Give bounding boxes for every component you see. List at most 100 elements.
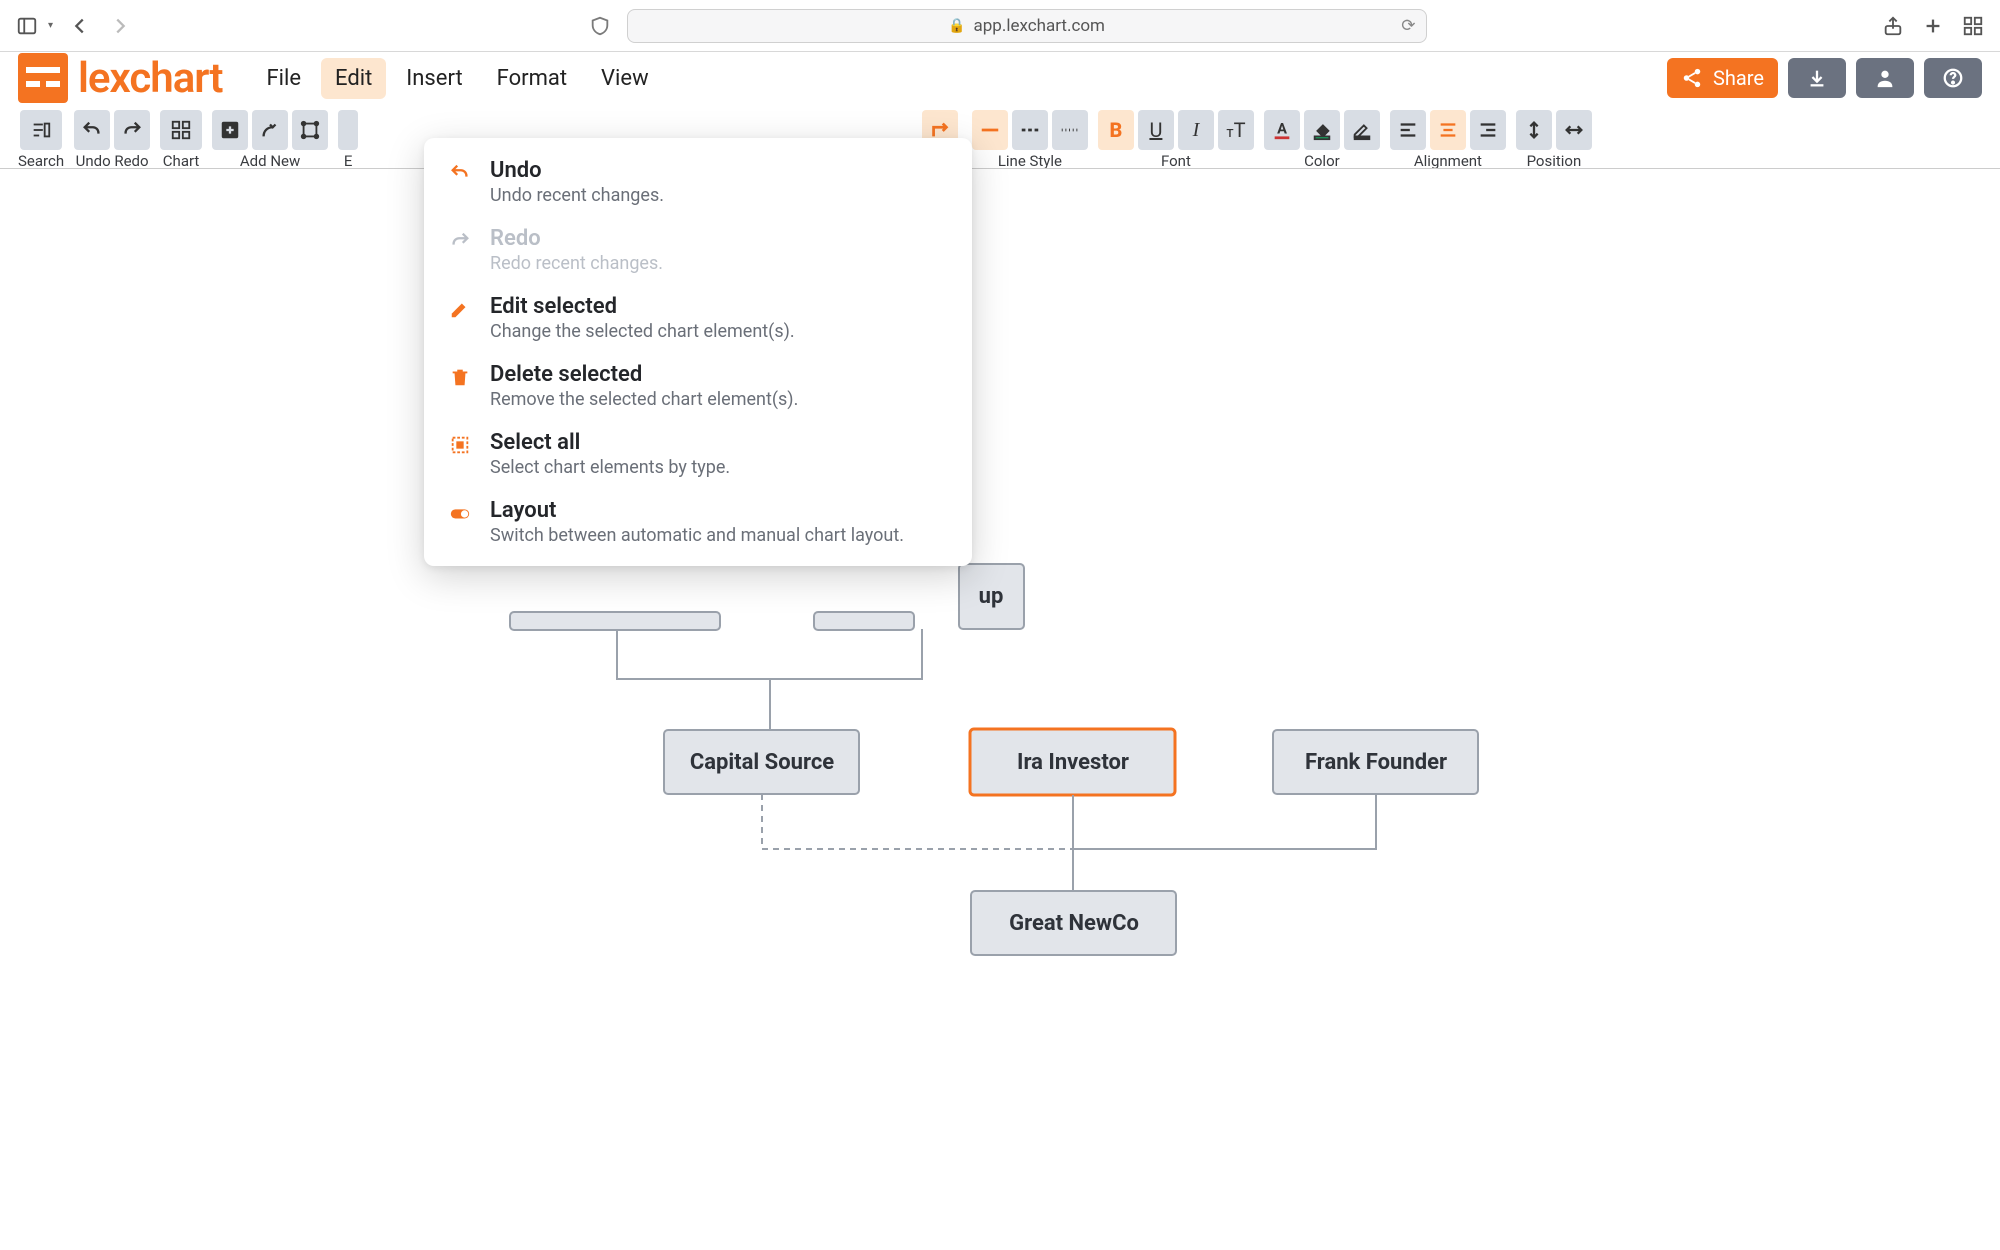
dropdown-undo[interactable]: Undo Undo recent changes. <box>424 148 972 216</box>
dropdown-select-all[interactable]: Select all Select chart elements by type… <box>424 420 972 488</box>
logo-mark-icon <box>18 53 68 103</box>
url-bar[interactable]: 🔒 app.lexchart.com ⟳ <box>627 9 1427 43</box>
url-text: app.lexchart.com <box>974 16 1105 36</box>
back-button[interactable] <box>67 13 93 39</box>
dropdown-edit-selected[interactable]: Edit selected Change the selected chart … <box>424 284 972 352</box>
chart-canvas[interactable]: Lexchart - Designer up Capital Source Ir… <box>0 168 2000 1250</box>
chart-grid-button[interactable] <box>160 110 202 150</box>
dropdown-layout-title: Layout <box>490 498 950 523</box>
svg-text:A: A <box>1277 120 1287 138</box>
undo-icon <box>81 119 103 141</box>
border-color-button[interactable] <box>1344 110 1380 150</box>
align-left-icon <box>1397 119 1419 141</box>
dropdown-redo-title: Redo <box>490 226 950 251</box>
chart-node-frank-founder[interactable]: Frank Founder <box>1273 730 1478 794</box>
download-button[interactable] <box>1788 58 1846 98</box>
line-dashed-button[interactable] <box>1012 110 1048 150</box>
italic-icon: I <box>1193 119 1200 142</box>
edit-node-button[interactable] <box>338 110 358 150</box>
menu-file[interactable]: File <box>253 58 316 99</box>
dropdown-select-all-title: Select all <box>490 430 950 455</box>
toolbar-group-edit-partial: E <box>338 110 358 170</box>
share-system-icon[interactable] <box>1880 13 1906 39</box>
bold-button[interactable]: B <box>1098 110 1134 150</box>
share-button[interactable]: Share <box>1667 58 1778 98</box>
font-size-button[interactable]: тT <box>1218 110 1254 150</box>
pencil-icon <box>446 294 474 342</box>
arrows-vertical-icon <box>1523 119 1545 141</box>
plus-square-icon <box>219 119 241 141</box>
chart-node-capital-source[interactable]: Capital Source <box>664 730 859 794</box>
refresh-icon[interactable]: ⟳ <box>1401 16 1415 36</box>
font-size-icon: тT <box>1226 118 1245 142</box>
svg-text:Ira Investor: Ira Investor <box>1017 750 1129 775</box>
dropdown-redo-desc: Redo recent changes. <box>490 253 950 274</box>
chart-node-great-newco[interactable]: Great NewCo <box>971 891 1176 955</box>
align-center-button[interactable] <box>1430 110 1466 150</box>
fill-color-button[interactable] <box>1304 110 1340 150</box>
line-solid-button[interactable] <box>972 110 1008 150</box>
list-search-icon <box>30 119 52 141</box>
download-icon <box>1806 67 1828 89</box>
undo-icon <box>446 158 474 206</box>
lock-icon: 🔒 <box>948 18 965 34</box>
align-left-button[interactable] <box>1390 110 1426 150</box>
tab-overview-icon[interactable] <box>1960 13 1986 39</box>
redo-button[interactable] <box>114 110 150 150</box>
sidebar-toggle-icon[interactable] <box>14 13 40 39</box>
svg-text:Frank Founder: Frank Founder <box>1305 750 1447 775</box>
search-button[interactable] <box>20 110 62 150</box>
chart-node-hidden-left[interactable] <box>510 612 720 630</box>
position-horizontal-button[interactable] <box>1556 110 1592 150</box>
italic-button[interactable]: I <box>1178 110 1214 150</box>
forward-button[interactable] <box>107 13 133 39</box>
align-right-button[interactable] <box>1470 110 1506 150</box>
dropdown-layout[interactable]: Layout Switch between automatic and manu… <box>424 488 972 556</box>
svg-text:Capital Source: Capital Source <box>690 750 834 775</box>
add-shape-button[interactable] <box>292 110 328 150</box>
help-button[interactable] <box>1924 58 1982 98</box>
add-connector-button[interactable] <box>252 110 288 150</box>
chart-node-hidden-mid[interactable] <box>814 612 914 630</box>
line-dotted-button[interactable] <box>1052 110 1088 150</box>
dropdown-delete-selected-desc: Remove the selected chart element(s). <box>490 389 950 410</box>
toolbar-group-alignment: Alignment <box>1390 110 1506 170</box>
toggle-icon <box>446 498 474 546</box>
menu-view[interactable]: View <box>587 58 663 99</box>
arrows-horizontal-icon <box>1563 119 1585 141</box>
new-tab-icon[interactable] <box>1920 13 1946 39</box>
logo-text: lexchart <box>78 54 223 103</box>
header-actions: Share <box>1667 58 1982 98</box>
edit-dropdown: Undo Undo recent changes. Redo Redo rece… <box>424 138 972 566</box>
chart-svg: up Capital Source Ira Investor Frank Fou… <box>0 169 2000 1250</box>
dropdown-delete-selected[interactable]: Delete selected Remove the selected char… <box>424 352 972 420</box>
text-color-button[interactable]: A <box>1264 110 1300 150</box>
privacy-shield-icon[interactable] <box>587 13 613 39</box>
connector-icon <box>259 119 281 141</box>
toolbar: Search Undo Redo Chart Add New E k Style <box>0 104 2000 168</box>
chart-node-ira-investor[interactable]: Ira Investor <box>970 729 1175 795</box>
position-vertical-button[interactable] <box>1516 110 1552 150</box>
svg-text:up: up <box>979 584 1004 609</box>
account-button[interactable] <box>1856 58 1914 98</box>
line-dashed-icon <box>1019 119 1041 141</box>
align-right-icon <box>1477 119 1499 141</box>
select-all-icon <box>446 430 474 478</box>
chevron-down-icon[interactable]: ▾ <box>48 20 53 31</box>
underline-icon: U <box>1149 118 1162 142</box>
share-icon <box>1681 67 1703 89</box>
redo-icon <box>121 119 143 141</box>
app-logo[interactable]: lexchart <box>18 53 223 103</box>
underline-button[interactable]: U <box>1138 110 1174 150</box>
menu-format[interactable]: Format <box>483 58 581 99</box>
undo-button[interactable] <box>74 110 110 150</box>
menu-edit[interactable]: Edit <box>321 58 386 99</box>
app-header: lexchart File Edit Insert Format View Sh… <box>0 52 2000 104</box>
dropdown-edit-selected-title: Edit selected <box>490 294 950 319</box>
menu-insert[interactable]: Insert <box>392 58 476 99</box>
browser-chrome: ▾ 🔒 app.lexchart.com ⟳ <box>0 0 2000 52</box>
add-node-button[interactable] <box>212 110 248 150</box>
dropdown-delete-selected-title: Delete selected <box>490 362 950 387</box>
chart-node-hidden[interactable]: up <box>959 564 1024 629</box>
share-button-label: Share <box>1713 66 1764 90</box>
